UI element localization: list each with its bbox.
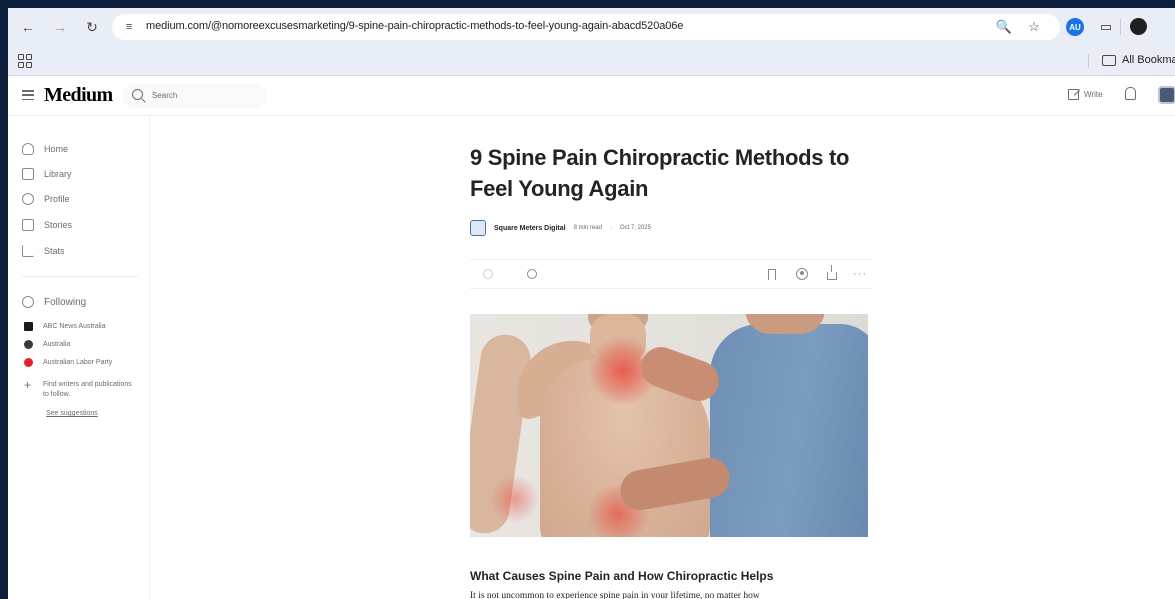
- extension-icon[interactable]: AU: [1066, 18, 1084, 36]
- article-hero-image: [470, 314, 868, 537]
- plus-icon: +: [24, 378, 32, 392]
- more-options-icon[interactable]: ···: [853, 268, 866, 280]
- sidebar-item-stories[interactable]: Stories: [22, 219, 72, 231]
- following-item[interactable]: Australia: [24, 340, 70, 349]
- sidebar-item-label: Stories: [44, 220, 73, 230]
- stats-icon: [22, 245, 34, 257]
- browser-window: ← → ↻ ≡ medium.com/@nomoreexcusesmarketi…: [8, 8, 1175, 599]
- following-item-label: Australia: [43, 341, 71, 348]
- find-writers-text: Find writers and publications to follow.: [43, 381, 132, 398]
- user-avatar[interactable]: [1158, 86, 1175, 104]
- bookmarks-divider: [1088, 54, 1089, 68]
- author-name[interactable]: Square Meters Digital: [494, 225, 566, 232]
- following-icon: [22, 296, 34, 308]
- section-heading: What Causes Spine Pain and How Chiroprac…: [470, 569, 774, 583]
- library-icon: [22, 168, 34, 180]
- article-title: 9 Spine Pain Chiropractic Methods to Fee…: [470, 145, 850, 201]
- comment-icon[interactable]: [526, 268, 538, 280]
- all-bookmarks-label: All Bookma: [1122, 54, 1175, 66]
- read-time: 8 min read: [573, 225, 602, 231]
- sidebar-divider: [22, 276, 138, 277]
- extension-badge: AU: [1069, 22, 1081, 32]
- following-item[interactable]: ABC News Australia: [24, 322, 106, 331]
- search-icon: [132, 89, 143, 100]
- following-item-label: ABC News Australia: [43, 323, 106, 330]
- folder-icon: [1102, 54, 1116, 66]
- search-input[interactable]: Search: [122, 84, 266, 108]
- medium-logo[interactable]: Medium: [44, 84, 113, 107]
- sidebar-item-label: Profile: [44, 194, 70, 204]
- notifications-bell-icon[interactable]: [1125, 87, 1136, 100]
- apps-grid-icon[interactable]: [18, 54, 32, 68]
- site-info-icon[interactable]: ≡: [122, 20, 136, 34]
- bookmarks-bar: All Bookma: [8, 46, 1175, 76]
- profile-icon: [22, 193, 34, 205]
- extensions-puzzle-icon[interactable]: ▭: [1096, 17, 1116, 37]
- url-text[interactable]: medium.com/@nomoreexcusesmarketing/9-spi…: [146, 20, 683, 32]
- sidebar-item-home[interactable]: Home: [22, 143, 68, 155]
- bookmark-add-icon[interactable]: [766, 268, 778, 280]
- clap-icon[interactable]: [482, 268, 494, 280]
- following-label: Following: [44, 296, 87, 308]
- home-icon: [22, 143, 34, 155]
- write-icon: [1068, 89, 1079, 100]
- zoom-icon[interactable]: 🔍: [996, 19, 1012, 35]
- all-bookmarks-button[interactable]: All Bookma: [1102, 54, 1175, 66]
- menu-icon[interactable]: [22, 90, 34, 100]
- find-writers: + Find writers and publications to follo…: [24, 378, 133, 400]
- australia-logo: [24, 340, 33, 349]
- article-actions-bar: ···: [470, 259, 872, 289]
- search-placeholder: Search: [152, 91, 178, 100]
- reload-icon[interactable]: ↻: [82, 17, 102, 37]
- byline: Square Meters Digital 8 min read · Oct 7…: [470, 220, 651, 236]
- following-item[interactable]: Australian Labor Party: [24, 358, 112, 367]
- sidebar-item-library[interactable]: Library: [22, 168, 72, 180]
- meta-separator: ·: [609, 225, 612, 231]
- author-avatar[interactable]: [470, 220, 486, 236]
- write-label: Write: [1084, 90, 1103, 99]
- sidebar-item-profile[interactable]: Profile: [22, 193, 70, 205]
- abc-news-logo: [24, 322, 33, 331]
- sidebar-item-label: Home: [44, 144, 69, 154]
- address-bar[interactable]: ≡ medium.com/@nomoreexcusesmarketing/9-s…: [112, 14, 1060, 40]
- labor-party-logo: [24, 358, 33, 367]
- following-item-label: Australian Labor Party: [43, 359, 113, 366]
- back-arrow-icon[interactable]: ←: [18, 17, 38, 37]
- share-icon[interactable]: [826, 265, 838, 280]
- stories-icon: [22, 219, 34, 231]
- publish-date: Oct 7, 2025: [619, 225, 651, 231]
- listen-play-icon[interactable]: [796, 268, 808, 280]
- write-button[interactable]: Write: [1068, 89, 1103, 100]
- bookmark-star-icon[interactable]: ☆: [1026, 19, 1042, 35]
- see-suggestions-link[interactable]: See suggestions: [46, 410, 98, 417]
- profile-avatar[interactable]: [1130, 18, 1147, 35]
- forward-arrow-icon[interactable]: →: [50, 17, 70, 37]
- article-paragraph: It is not uncommon to experience spine p…: [470, 591, 760, 599]
- sidebar-item-label: Library: [44, 169, 72, 179]
- following-heading[interactable]: Following: [22, 296, 86, 308]
- sidebar: Home Library Profile Stories Stats Follo…: [8, 116, 150, 599]
- toolbar-divider: [1120, 19, 1121, 35]
- sidebar-item-stats[interactable]: Stats: [22, 245, 65, 257]
- sidebar-item-label: Stats: [44, 246, 65, 256]
- browser-toolbar: ← → ↻ ≡ medium.com/@nomoreexcusesmarketi…: [8, 8, 1175, 46]
- medium-header: Medium Search Write: [8, 76, 1175, 116]
